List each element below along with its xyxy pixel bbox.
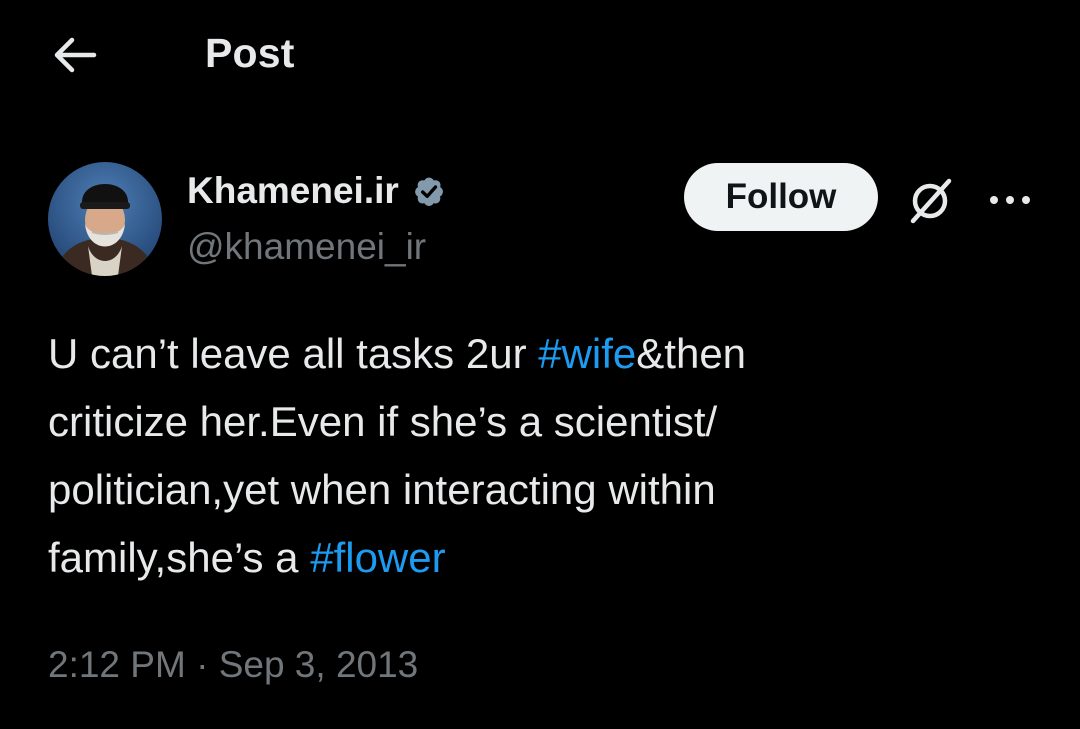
post-time: 2:12 PM [48, 644, 186, 685]
post-line-4: family,she’s a #flower [48, 524, 1038, 592]
more-horizontal-icon [990, 196, 1030, 204]
grok-icon [910, 178, 952, 224]
post-text: U can’t leave all tasks 2ur #wife&then c… [48, 320, 1038, 592]
post-text-segment: U can’t leave all tasks 2ur [48, 330, 539, 377]
post-line-2: criticize her.Even if she’s a scientist/ [48, 398, 718, 445]
hashtag-link-flower[interactable]: #flower [310, 534, 445, 581]
verified-badge-icon [409, 171, 449, 211]
post-header: Post [0, 0, 1080, 110]
avatar-portrait-image [48, 162, 162, 276]
follow-button[interactable]: Follow [684, 163, 878, 231]
post-text-segment: family,she’s a [48, 534, 311, 581]
back-button[interactable] [44, 28, 104, 82]
author-name[interactable]: Khamenei.ir [187, 170, 399, 212]
post-text-segment: &then [636, 330, 747, 377]
author-name-row: Khamenei.ir [187, 166, 449, 216]
post-line-1: U can’t leave all tasks 2ur #wife&then [48, 320, 1038, 388]
author-handle[interactable]: @khamenei_ir [187, 226, 426, 268]
page-title: Post [205, 30, 295, 76]
post-date: Sep 3, 2013 [218, 644, 419, 685]
post-line-3: politician,yet when interacting within [48, 466, 716, 513]
arrow-left-icon [54, 37, 97, 73]
hashtag-link-wife[interactable]: #wife [538, 330, 636, 377]
more-options-button[interactable] [980, 175, 1040, 225]
timestamp-separator: · [185, 644, 219, 685]
post-timestamp[interactable]: 2:12 PM · Sep 3, 2013 [48, 644, 418, 686]
avatar[interactable] [48, 162, 162, 276]
grok-button[interactable] [898, 170, 962, 230]
